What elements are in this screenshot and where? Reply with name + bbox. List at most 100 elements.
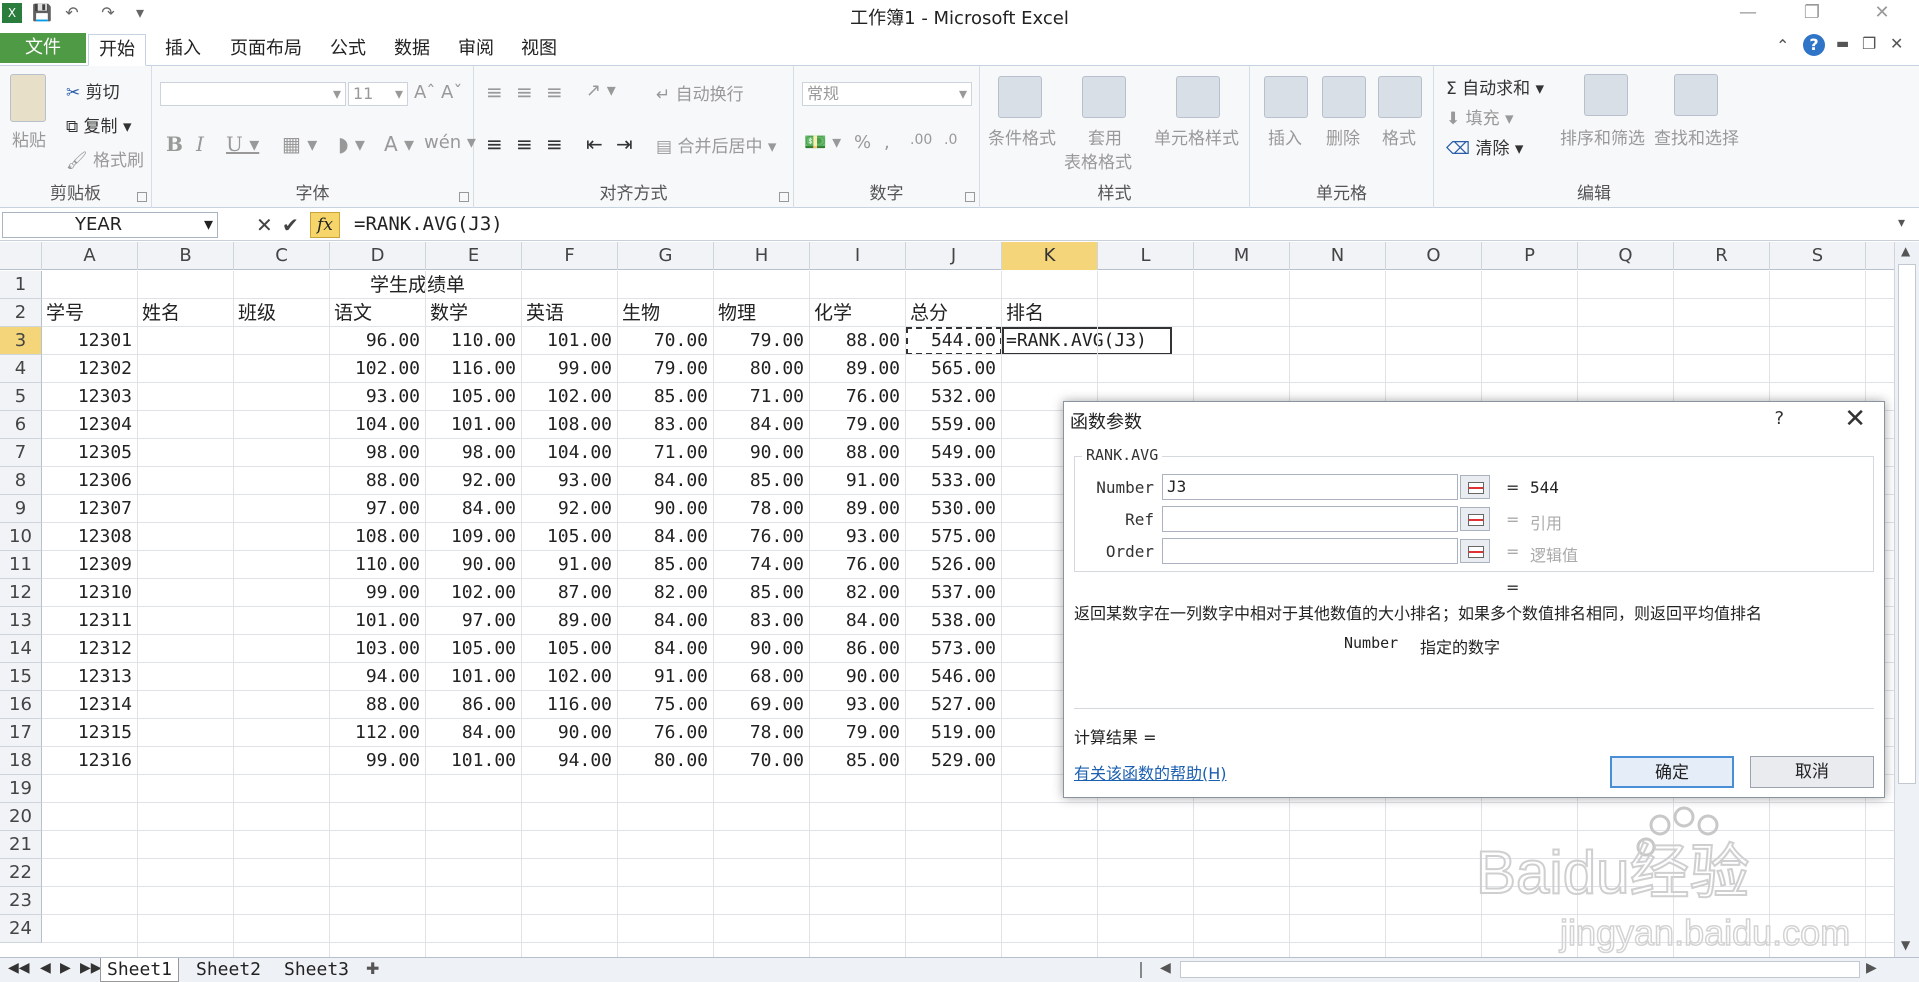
cell[interactable]: 101.00 [426,747,522,775]
bold-icon[interactable]: B [166,132,183,156]
cell[interactable]: 85.00 [810,747,906,775]
first-sheet-icon[interactable]: ◀◀ [8,960,30,976]
cell[interactable]: 76.00 [810,383,906,411]
cell[interactable]: 103.00 [330,635,426,663]
cell[interactable]: 84.00 [426,719,522,747]
formula-input[interactable]: =RANK.AVG(J3) [346,212,1896,238]
collapse-dialog-icon[interactable] [1460,475,1490,499]
cell[interactable]: 79.00 [810,719,906,747]
scroll-left-icon[interactable]: ◀ [1160,960,1171,976]
cell[interactable]: 84.00 [618,607,714,635]
minimize-icon[interactable]: — [1728,2,1768,28]
column-header[interactable]: C [234,242,330,270]
find-select-button[interactable]: 查找和选择 [1654,124,1739,149]
cell[interactable]: 104.00 [330,411,426,439]
vertical-scrollbar[interactable]: ▲ ▼ [1894,242,1919,957]
cell[interactable]: 76.00 [618,719,714,747]
prev-sheet-icon[interactable]: ◀ [40,960,51,976]
new-sheet-icon[interactable]: ✚ [366,959,379,978]
currency-icon[interactable]: 💵 ▾ [804,132,841,153]
row-header[interactable]: 19 [0,775,42,803]
cell[interactable]: 529.00 [906,747,1002,775]
column-header[interactable]: L [1098,242,1194,270]
clear-button[interactable]: ⌫ 清除 ▾ [1446,134,1523,159]
grow-font-icon[interactable]: Aˆ Aˇ [414,82,462,103]
cell[interactable]: 物理 [714,299,810,327]
number-format-combo[interactable]: 常规 ▾ [802,82,972,106]
sheet-tab-1[interactable]: Sheet1 [100,958,180,982]
cell[interactable]: 105.00 [426,635,522,663]
cell[interactable]: 89.00 [522,607,618,635]
close-icon[interactable]: ✕ [1862,2,1902,28]
cell-styles-button[interactable]: 单元格样式 [1154,124,1239,149]
fill-color-icon[interactable]: ◗ ▾ [338,132,365,156]
row-header[interactable]: 12 [0,579,42,607]
decrease-indent-icon[interactable]: ⇤ [586,132,603,156]
row-header[interactable]: 7 [0,439,42,467]
tab-insert[interactable]: 插入 [155,34,211,66]
column-header[interactable]: A [42,242,138,270]
increase-decimal-icon[interactable]: .00 [910,132,932,148]
cell[interactable]: 93.00 [810,691,906,719]
cell[interactable]: 84.00 [618,635,714,663]
row-header[interactable]: 11 [0,551,42,579]
cell[interactable]: 83.00 [618,411,714,439]
cell[interactable]: 85.00 [714,467,810,495]
align-middle-icon[interactable]: ≡ [516,80,533,104]
underline-icon[interactable]: U ▾ [226,132,259,156]
column-header[interactable]: R [1674,242,1770,270]
cell[interactable]: 88.00 [810,327,906,355]
cell[interactable]: 90.00 [426,551,522,579]
row-header[interactable]: 3 [0,327,42,355]
copy-button[interactable]: ⧉ 复制 ▾ [66,112,131,137]
cell[interactable]: 116.00 [426,355,522,383]
select-all-corner[interactable] [0,242,42,270]
sort-filter-icon[interactable] [1584,74,1628,116]
cell[interactable]: 学生成绩单 [330,271,490,299]
cell[interactable]: 102.00 [330,355,426,383]
cell[interactable]: 86.00 [426,691,522,719]
cell[interactable]: 79.00 [714,327,810,355]
cell[interactable]: 94.00 [330,663,426,691]
wb-minimize-icon[interactable]: ▬ [1836,36,1849,52]
cell[interactable]: 12310 [42,579,138,607]
orientation-icon[interactable]: ↗ ▾ [586,80,616,101]
cell[interactable]: 12302 [42,355,138,383]
autosum-button[interactable]: Σ 自动求和 ▾ [1446,74,1544,99]
scroll-up-icon[interactable]: ▲ [1901,244,1910,258]
cell[interactable]: 573.00 [906,635,1002,663]
cell[interactable]: 92.00 [426,467,522,495]
alignment-launcher-icon[interactable] [779,192,789,202]
cell[interactable]: 110.00 [426,327,522,355]
align-right-icon[interactable]: ≡ [546,132,563,156]
cell[interactable]: 排名 [1002,299,1098,327]
cell[interactable]: 102.00 [426,579,522,607]
cell[interactable]: 76.00 [714,523,810,551]
row-header[interactable]: 8 [0,467,42,495]
column-header[interactable]: O [1386,242,1482,270]
cell[interactable]: 112.00 [330,719,426,747]
cell[interactable]: 75.00 [618,691,714,719]
cell[interactable]: 99.00 [330,747,426,775]
cancel-button[interactable]: 取消 [1750,756,1874,788]
cell[interactable]: 530.00 [906,495,1002,523]
cell[interactable]: 86.00 [810,635,906,663]
cell[interactable]: 68.00 [714,663,810,691]
scroll-thumb[interactable] [1898,264,1916,784]
decrease-decimal-icon[interactable]: .0 [944,132,957,148]
cell[interactable]: 12309 [42,551,138,579]
collapse-ribbon-icon[interactable]: ⌃ [1776,36,1789,55]
cell[interactable]: 84.00 [426,495,522,523]
cell[interactable]: 数学 [426,299,522,327]
delete-cells-icon[interactable] [1322,76,1366,118]
font-name-combo[interactable]: ▾ [160,82,346,106]
column-header[interactable]: I [810,242,906,270]
cell[interactable]: 85.00 [618,551,714,579]
cell[interactable]: 生物 [618,299,714,327]
cell[interactable]: 英语 [522,299,618,327]
column-header[interactable]: F [522,242,618,270]
cell[interactable]: 84.00 [810,607,906,635]
cell[interactable]: 90.00 [522,719,618,747]
column-header[interactable]: G [618,242,714,270]
font-launcher-icon[interactable] [459,192,469,202]
